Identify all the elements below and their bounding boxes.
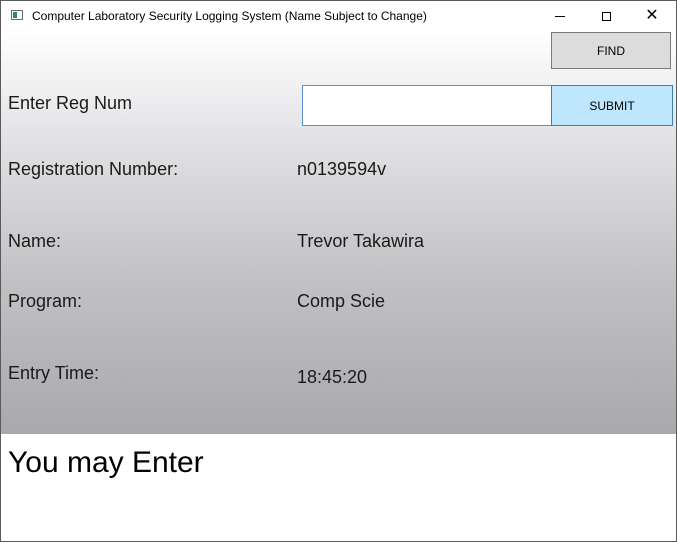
find-button[interactable]: FIND [551, 32, 671, 69]
minimize-button[interactable] [537, 1, 583, 31]
maximize-button[interactable] [583, 1, 629, 31]
entry-time-label: Entry Time: [8, 363, 100, 383]
reg-num-input[interactable] [302, 85, 552, 126]
reg-num-prompt: Enter Reg Num [8, 93, 133, 113]
maximize-icon [601, 11, 611, 21]
entry-time-value: 18:45:20 [297, 367, 368, 387]
main-panel: FIND Enter Reg Num SUBMIT Registration N… [1, 31, 676, 434]
status-panel: You may Enter [1, 434, 676, 541]
minimize-icon [555, 15, 565, 17]
registration-number-label: Registration Number: [8, 159, 179, 179]
app-window-icon [11, 10, 23, 20]
name-value: Trevor Takawira [297, 231, 425, 251]
close-icon: ✕ [645, 7, 659, 24]
registration-number-value: n0139594v [297, 159, 387, 179]
close-button[interactable]: ✕ [629, 1, 675, 31]
window-title: Computer Laboratory Security Logging Sys… [32, 9, 427, 23]
app-window: Computer Laboratory Security Logging Sys… [0, 0, 677, 542]
status-message: You may Enter [8, 446, 204, 479]
name-label: Name: [8, 231, 62, 251]
submit-button[interactable]: SUBMIT [551, 85, 673, 126]
program-value: Comp Scie [297, 291, 386, 311]
title-bar[interactable]: Computer Laboratory Security Logging Sys… [1, 1, 676, 31]
program-label: Program: [8, 291, 83, 311]
